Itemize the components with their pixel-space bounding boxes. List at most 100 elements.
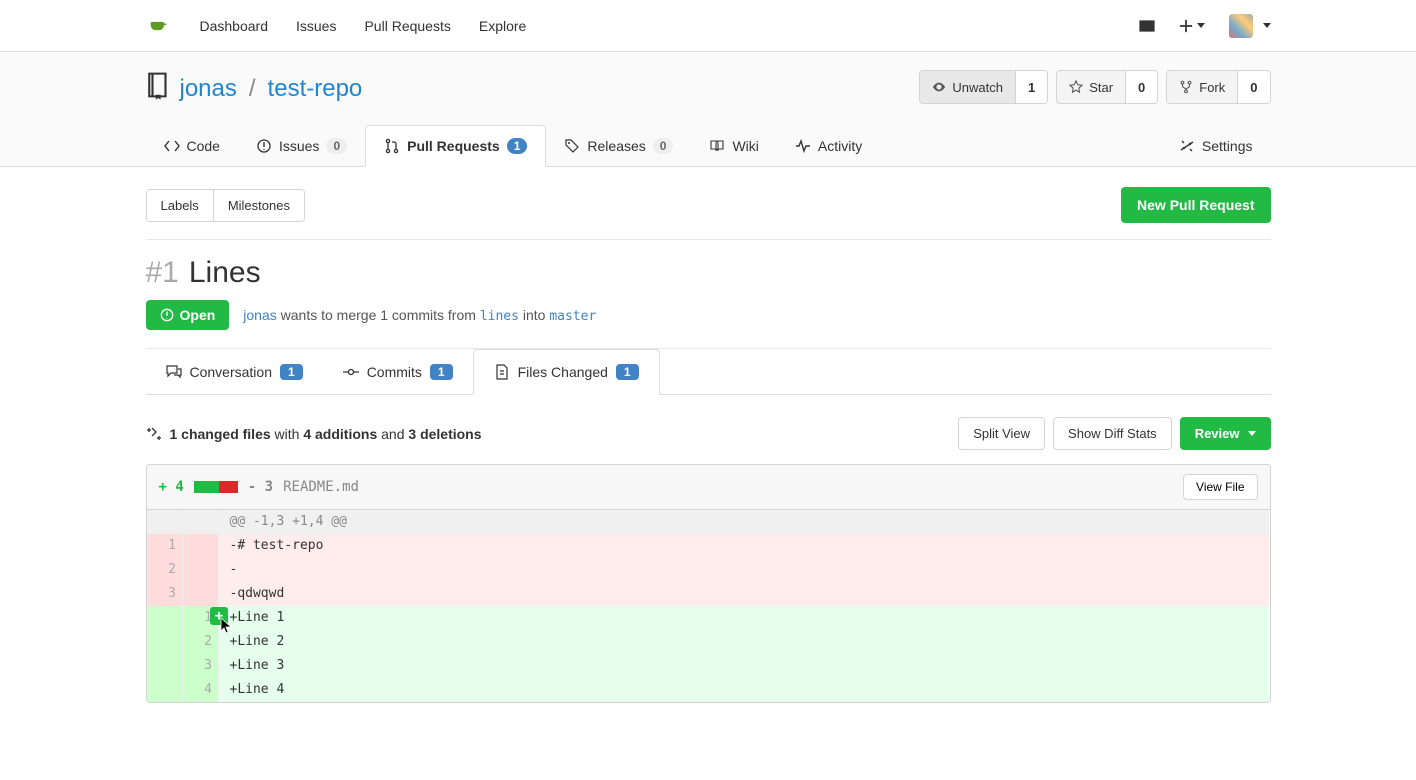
repo-title: jonas / test-repo bbox=[146, 70, 363, 107]
line-num-new[interactable]: 2 bbox=[183, 630, 219, 654]
tab-code-label: Code bbox=[187, 138, 220, 154]
line-num-new[interactable]: 4 bbox=[183, 678, 219, 702]
subtab-files-label: Files Changed bbox=[518, 364, 608, 380]
line-num-old[interactable]: 2 bbox=[147, 558, 183, 582]
nav-issues[interactable]: Issues bbox=[296, 18, 336, 34]
tab-issues[interactable]: Issues 0 bbox=[238, 125, 365, 166]
subtab-commits-label: Commits bbox=[367, 364, 422, 380]
tab-issues-count: 0 bbox=[326, 138, 347, 154]
tab-settings-label: Settings bbox=[1202, 138, 1253, 154]
add-comment-button[interactable]: + bbox=[210, 607, 228, 625]
diff-bar bbox=[194, 481, 238, 493]
commit-icon bbox=[343, 364, 359, 380]
diff-code: +Line 2 bbox=[220, 630, 1270, 654]
subtab-conversation-label: Conversation bbox=[190, 364, 273, 380]
diff-deletions: - 3 bbox=[248, 479, 273, 495]
diff-code: +Line 1 bbox=[220, 606, 1270, 630]
labels-button[interactable]: Labels bbox=[147, 190, 213, 221]
diff-icon bbox=[146, 426, 162, 442]
fork-button[interactable]: Fork 0 bbox=[1166, 70, 1270, 104]
repo-actions: Unwatch 1 Star 0 Fork 0 bbox=[919, 70, 1270, 104]
pr-description: jonas wants to merge 1 commits from line… bbox=[243, 307, 596, 324]
diff-code: -qdwqwd bbox=[220, 582, 1270, 606]
line-num-old[interactable] bbox=[147, 654, 183, 678]
split-view-button[interactable]: Split View bbox=[958, 417, 1045, 450]
diff-code: +Line 3 bbox=[220, 654, 1270, 678]
line-num-new[interactable]: 3 bbox=[183, 654, 219, 678]
pr-title: #1 Lines bbox=[146, 256, 1271, 290]
filter-row: Labels Milestones New Pull Request bbox=[146, 167, 1271, 240]
pr-number: #1 bbox=[146, 256, 179, 290]
pr-state-badge: Open bbox=[146, 300, 230, 330]
subtab-files-changed[interactable]: Files Changed 1 bbox=[473, 349, 660, 395]
nav-explore[interactable]: Explore bbox=[479, 18, 526, 34]
diff-stats-row: 1 changed files with 4 additions and 3 d… bbox=[146, 395, 1271, 464]
tab-releases[interactable]: Releases 0 bbox=[546, 125, 691, 166]
avatar bbox=[1229, 14, 1253, 38]
subtab-commits[interactable]: Commits 1 bbox=[323, 349, 473, 394]
repo-sep: / bbox=[249, 75, 256, 103]
subtab-conversation-count: 1 bbox=[280, 364, 303, 380]
diff-code: +Line 4 bbox=[220, 678, 1270, 702]
repo-tabs: Code Issues 0 Pull Requests 1 Releases 0… bbox=[146, 125, 1271, 166]
labels-milestones-group: Labels Milestones bbox=[146, 189, 305, 222]
repo-name-link[interactable]: test-repo bbox=[268, 75, 363, 103]
line-num-old[interactable] bbox=[147, 606, 183, 630]
view-file-button[interactable]: View File bbox=[1183, 474, 1257, 500]
nav-pull-requests[interactable]: Pull Requests bbox=[364, 18, 450, 34]
star-count: 0 bbox=[1125, 71, 1157, 103]
user-menu[interactable] bbox=[1229, 14, 1271, 38]
new-pull-request-button[interactable]: New Pull Request bbox=[1121, 187, 1270, 223]
show-diff-stats-button[interactable]: Show Diff Stats bbox=[1053, 417, 1172, 450]
tab-wiki[interactable]: Wiki bbox=[691, 125, 776, 166]
pr-subtabs: Conversation 1 Commits 1 Files Changed 1 bbox=[146, 349, 1271, 395]
tab-pulls-count: 1 bbox=[507, 138, 528, 154]
watch-label: Unwatch bbox=[952, 80, 1003, 95]
tab-code[interactable]: Code bbox=[146, 125, 238, 166]
diff-line: 4+Line 4 bbox=[147, 678, 1270, 702]
tab-pull-requests[interactable]: Pull Requests 1 bbox=[365, 125, 546, 167]
nav-dashboard[interactable]: Dashboard bbox=[200, 18, 269, 34]
pr-state-label: Open bbox=[180, 307, 216, 323]
diff-file-header: + 4 - 3 README.md View File bbox=[147, 465, 1270, 510]
diff-line: 3 -qdwqwd bbox=[147, 582, 1270, 606]
line-num-old[interactable]: 3 bbox=[147, 582, 183, 606]
pr-title-text: Lines bbox=[189, 256, 261, 290]
logo[interactable] bbox=[146, 16, 172, 36]
watch-button[interactable]: Unwatch 1 bbox=[919, 70, 1048, 104]
repo-subheader: jonas / test-repo Unwatch 1 Star 0 Fork … bbox=[0, 52, 1416, 167]
top-nav: Dashboard Issues Pull Requests Explore bbox=[0, 0, 1416, 52]
milestones-button[interactable]: Milestones bbox=[213, 190, 304, 221]
diff-filename: README.md bbox=[283, 479, 359, 495]
line-num-old[interactable] bbox=[147, 630, 183, 654]
pr-from-ref[interactable]: lines bbox=[480, 309, 519, 324]
notifications-icon[interactable] bbox=[1139, 18, 1155, 34]
fork-label: Fork bbox=[1199, 80, 1225, 95]
pr-author-link[interactable]: jonas bbox=[243, 307, 276, 323]
subtab-files-count: 1 bbox=[616, 364, 639, 380]
diff-code: -# test-repo bbox=[220, 534, 1270, 558]
diff-line: 2- bbox=[147, 558, 1270, 582]
file-diff-icon bbox=[494, 364, 510, 380]
line-num-old[interactable] bbox=[147, 678, 183, 702]
fork-count: 0 bbox=[1237, 71, 1269, 103]
watch-count: 1 bbox=[1015, 71, 1047, 103]
diff-line: 1 -# test-repo bbox=[147, 534, 1270, 558]
repo-icon bbox=[146, 70, 172, 107]
tab-settings[interactable]: Settings bbox=[1161, 125, 1271, 166]
repo-owner-link[interactable]: jonas bbox=[180, 75, 237, 103]
subtab-conversation[interactable]: Conversation 1 bbox=[146, 349, 323, 394]
create-menu[interactable] bbox=[1179, 19, 1205, 33]
star-label: Star bbox=[1089, 80, 1113, 95]
line-num-old[interactable]: 1 bbox=[147, 534, 183, 558]
pr-meta: Open jonas wants to merge 1 commits from… bbox=[146, 300, 1271, 349]
tab-releases-label: Releases bbox=[587, 138, 645, 154]
tab-activity[interactable]: Activity bbox=[777, 125, 880, 166]
diff-line: 2+Line 2 bbox=[147, 630, 1270, 654]
review-button[interactable]: Review bbox=[1180, 417, 1271, 450]
pr-to-ref[interactable]: master bbox=[549, 309, 596, 324]
line-num-new[interactable] bbox=[183, 534, 219, 558]
line-num-new[interactable] bbox=[183, 582, 219, 606]
line-num-new[interactable] bbox=[183, 558, 219, 582]
star-button[interactable]: Star 0 bbox=[1056, 70, 1158, 104]
